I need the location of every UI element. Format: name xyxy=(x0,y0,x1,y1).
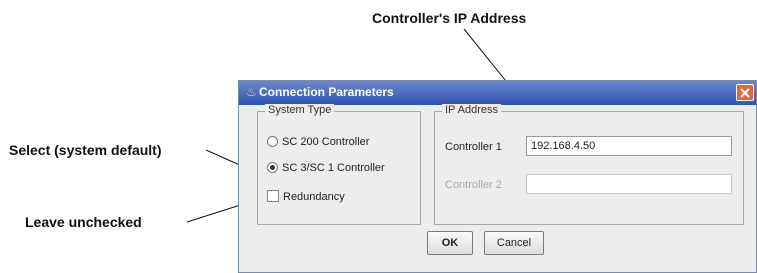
select-default-callout: Select (system default) xyxy=(9,142,162,158)
close-button[interactable] xyxy=(736,84,754,101)
radio-sc200[interactable]: SC 200 Controller xyxy=(267,136,369,148)
controller1-ip-input[interactable]: 192.168.4.50 xyxy=(526,136,732,156)
connection-parameters-dialog: ♨ Connection Parameters System Type SC 2… xyxy=(238,80,757,273)
cancel-button[interactable]: Cancel xyxy=(484,231,544,255)
ok-button[interactable]: OK xyxy=(427,231,473,255)
controller2-ip-input[interactable] xyxy=(526,174,732,194)
ip-address-legend: IP Address xyxy=(442,104,501,116)
redundancy-checkbox[interactable] xyxy=(267,190,279,202)
redundancy-label: Redundancy xyxy=(283,191,345,203)
radio-button[interactable] xyxy=(267,136,278,147)
dialog-title: Connection Parameters xyxy=(259,85,394,99)
redundancy-row[interactable]: Redundancy xyxy=(267,190,345,203)
ip-address-callout: Controller's IP Address xyxy=(372,10,527,26)
controller1-label: Controller 1 xyxy=(445,141,502,153)
leave-unchecked-callout: Leave unchecked xyxy=(25,214,142,230)
controller2-label: Controller 2 xyxy=(445,179,502,191)
dialog-titlebar[interactable]: ♨ Connection Parameters xyxy=(239,81,756,105)
radio-label-sc200: SC 200 Controller xyxy=(282,136,370,148)
radio-button-selected[interactable] xyxy=(267,162,278,173)
radio-sc3-sc1[interactable]: SC 3/SC 1 Controller xyxy=(267,162,385,174)
system-type-legend: System Type xyxy=(265,104,335,116)
system-type-group: System Type SC 200 Controller SC 3/SC 1 … xyxy=(257,104,421,225)
ip-address-group: IP Address Controller 1 192.168.4.50 Con… xyxy=(434,104,744,225)
close-icon xyxy=(740,88,750,98)
java-icon: ♨ xyxy=(246,85,257,99)
radio-label-sc3-sc1: SC 3/SC 1 Controller xyxy=(282,162,385,174)
